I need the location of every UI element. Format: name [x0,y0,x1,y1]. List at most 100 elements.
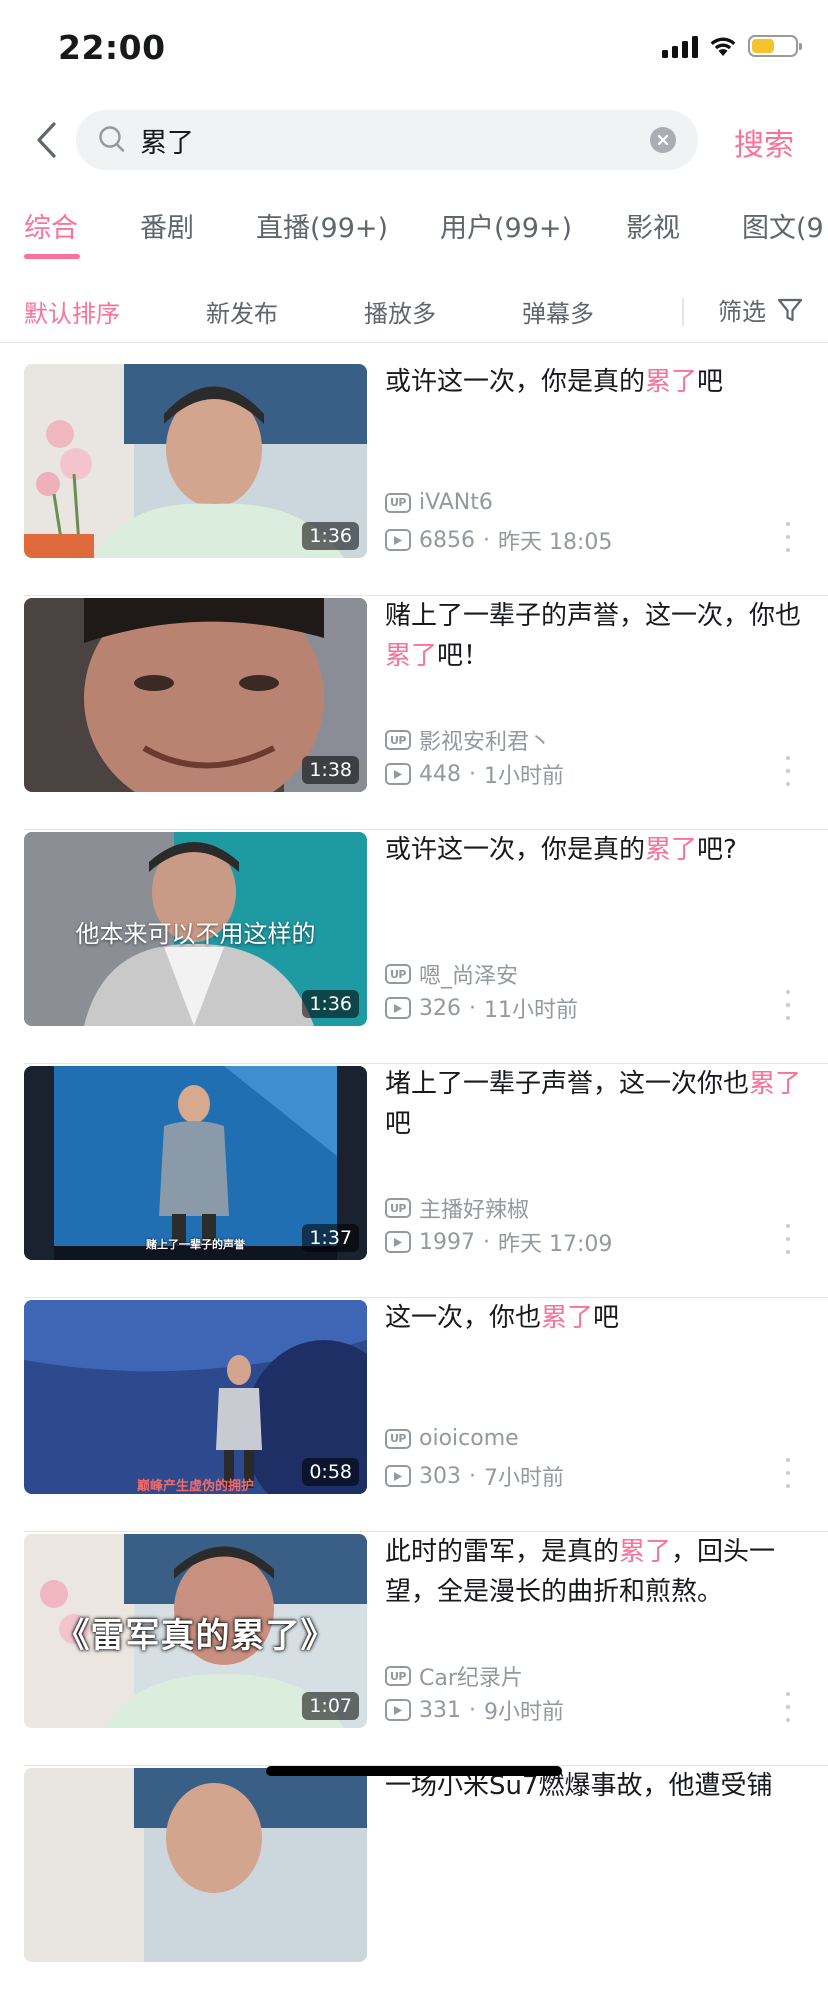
video-card[interactable]: 1:38 赌上了一辈子的声誉，这一次，你也累了吧！ UP 影视安利君丶 448 … [0,596,828,830]
uploader-name: 主播好辣椒 [419,1198,530,1223]
tab-live[interactable]: 直播(99+) [256,206,388,245]
video-card[interactable]: 他本来可以不用这样的 1:36 或许这一次，你是真的累了吧? UP 嗯_尚泽安 … [0,830,828,1064]
video-thumbnail[interactable] [24,1768,367,1962]
video-duration: 1:36 [302,990,359,1018]
video-thumbnail[interactable]: 赌上了一辈子的声誉 1:37 [24,1066,367,1260]
tab-bangumi[interactable]: 番剧 [140,206,194,245]
up-icon: UP [385,730,411,750]
publish-time: 昨天 17:09 [498,1232,613,1257]
video-thumbnail[interactable]: 巅峰产生虚伪的拥护 0:58 [24,1300,367,1494]
battery-icon [748,35,802,57]
more-options-button[interactable] [778,1224,798,1254]
filter-button[interactable]: 筛选 [718,292,804,327]
uploader-name: oioicome [419,1426,519,1451]
back-button[interactable] [22,116,70,164]
video-duration: 1:36 [302,522,359,550]
tab-all[interactable]: 综合 [24,206,78,245]
video-title: 此时的雷军，是真的累了，回头一望，全是漫长的曲折和煎熬。 [385,1537,776,1607]
search-input[interactable] [136,120,620,160]
sort-most-played[interactable]: 播放多 [364,294,436,329]
view-count: 326 [419,995,461,1021]
home-indicator[interactable] [266,1766,562,1776]
uploader[interactable]: UP iVANt6 [385,490,493,515]
video-card[interactable]: 赌上了一辈子的声誉 1:37 堵上了一辈子声誉，这一次你也累了吧 UP 主播好辣… [0,1064,828,1298]
video-card[interactable]: 《雷军真的累了》 1:07 此时的雷军，是真的累了，回头一望，全是漫长的曲折和煎… [0,1532,828,1766]
uploader[interactable]: UP Car纪录片 [385,1660,523,1692]
status-icons [662,34,802,58]
video-stats: 326 · 11小时前 [385,992,578,1024]
video-stats: 303 · 7小时前 [385,1460,564,1492]
clear-search-button[interactable] [650,127,676,153]
status-bar: 22:00 [0,0,828,100]
video-duration: 1:07 [302,1692,359,1720]
video-title: 或许这一次，你是真的累了吧 [385,367,724,397]
search-box[interactable] [76,110,698,170]
tab-film[interactable]: 影视 [626,206,680,245]
video-card[interactable]: 1:36 或许这一次，你是真的累了吧 UP iVANt6 6856 · 昨天 1… [0,362,828,596]
uploader-name: 影视安利君丶 [419,730,552,755]
up-icon: UP [385,964,411,984]
view-count: 1997 [419,1229,475,1255]
uploader[interactable]: UP 嗯_尚泽安 [385,958,518,990]
filter-icon [777,298,803,321]
status-time: 22:00 [58,28,166,67]
view-count: 448 [419,761,461,787]
uploader[interactable]: UP 主播好辣椒 [385,1192,529,1224]
uploader-name: Car纪录片 [419,1666,523,1691]
keyword-highlight: 累了 [541,1303,594,1333]
sort-default[interactable]: 默认排序 [24,294,120,329]
up-icon: UP [385,1666,411,1686]
video-duration: 1:38 [302,756,359,784]
video-thumbnail[interactable]: 他本来可以不用这样的 1:36 [24,832,367,1026]
tab-articles[interactable]: 图文(9 [742,206,824,245]
search-tabs: 综合 番剧 直播(99+) 用户(99+) 影视 图文(9 [0,198,828,262]
more-options-button[interactable] [778,1458,798,1488]
thumbnail-caption: 《雷军真的累了》 [55,1616,336,1656]
search-submit-button[interactable]: 搜索 [734,120,794,164]
tab-users[interactable]: 用户(99+) [440,206,572,245]
more-options-button[interactable] [778,990,798,1020]
more-options-button[interactable] [778,1692,798,1722]
publish-time: 9小时前 [484,1700,564,1725]
video-card[interactable]: 一场小米Su7燃爆事故，他遭受铺 [0,1766,828,2000]
more-options-button[interactable] [778,522,798,552]
video-thumbnail[interactable]: 1:36 [24,364,367,558]
search-row: 搜索 [0,108,828,172]
video-duration: 1:37 [302,1224,359,1252]
video-title: 赌上了一辈子的声誉，这一次，你也累了吧！ [385,601,802,671]
play-count-icon [385,1465,411,1487]
divider [0,342,828,343]
uploader-name: 嗯_尚泽安 [419,964,519,989]
video-thumbnail[interactable]: 1:38 [24,598,367,792]
keyword-highlight: 累了 [645,835,698,865]
video-stats: 331 · 9小时前 [385,1694,564,1726]
sort-row: 默认排序 新发布 播放多 弹幕多 筛选 [0,284,828,340]
video-stats: 1997 · 昨天 17:09 [385,1226,612,1258]
video-stats: 448 · 1小时前 [385,758,564,790]
sort-divider [682,298,684,326]
more-options-button[interactable] [778,756,798,786]
results-list: 1:36 或许这一次，你是真的累了吧 UP iVANt6 6856 · 昨天 1… [0,362,828,2000]
up-icon: UP [385,1198,411,1218]
publish-time: 7小时前 [484,1466,564,1491]
keyword-highlight: 累了 [619,1537,672,1567]
video-duration: 0:58 [302,1458,359,1486]
sort-newest[interactable]: 新发布 [206,294,278,329]
keyword-highlight: 累了 [385,641,438,671]
uploader-name: iVANt6 [419,490,493,515]
video-card[interactable]: 巅峰产生虚伪的拥护 0:58 这一次，你也累了吧 UP oioicome 303… [0,1298,828,1532]
keyword-highlight: 累了 [645,367,698,397]
signal-icon [662,34,698,58]
uploader[interactable]: UP oioicome [385,1426,519,1451]
video-title: 或许这一次，你是真的累了吧? [385,835,737,865]
uploader[interactable]: UP 影视安利君丶 [385,724,551,756]
sort-most-danmaku[interactable]: 弹幕多 [522,294,594,329]
video-title: 堵上了一辈子声誉，这一次你也累了吧 [385,1069,802,1139]
play-count-icon [385,997,411,1019]
active-tab-indicator [24,254,80,259]
thumbnail-caption: 他本来可以不用这样的 [75,920,316,948]
video-thumbnail[interactable]: 《雷军真的累了》 1:07 [24,1534,367,1728]
wifi-icon [710,37,736,56]
view-count: 6856 [419,527,475,553]
play-count-icon [385,1231,411,1253]
